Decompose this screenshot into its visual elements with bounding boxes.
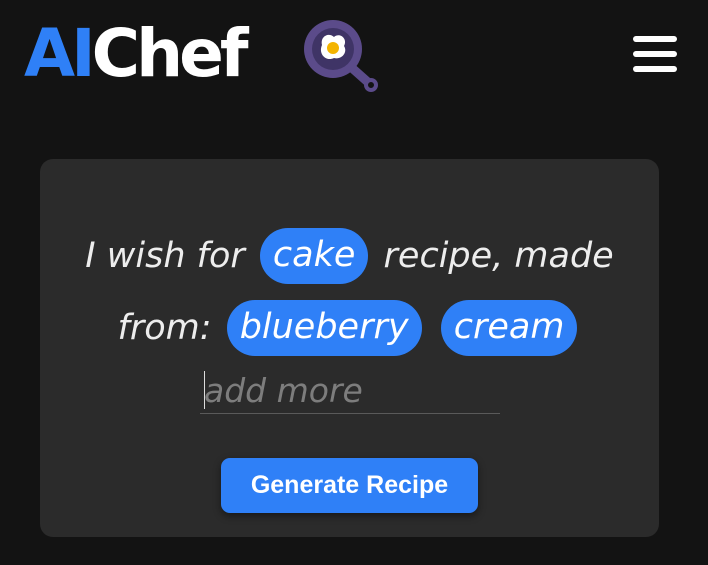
add-ingredient-field[interactable] — [200, 367, 500, 414]
app-header: AIChef — [0, 0, 708, 110]
text-caret — [204, 371, 205, 409]
generate-recipe-button[interactable]: Generate Recipe — [221, 458, 478, 513]
ingredient-chip[interactable]: blueberry — [226, 300, 422, 356]
menu-bar — [633, 51, 677, 57]
prompt-line-2: from: blueberry cream — [40, 299, 659, 356]
menu-bar — [633, 36, 677, 42]
recipe-request-card: I wish for cake recipe, made from: blueb… — [40, 159, 659, 537]
prompt-line-1: I wish for cake recipe, made — [40, 227, 659, 284]
dish-chip[interactable]: cake — [259, 228, 369, 284]
logo-chef-text: Chef — [91, 15, 249, 92]
ingredient-chip[interactable]: cream — [440, 300, 578, 356]
prompt-from-text: from: — [117, 308, 212, 348]
frying-pan-egg-icon — [304, 20, 378, 92]
menu-bar — [633, 66, 677, 72]
prompt-intro-text: I wish for — [85, 236, 245, 276]
add-ingredient-input[interactable] — [200, 367, 500, 413]
hamburger-menu-icon[interactable] — [633, 34, 677, 74]
prompt-middle-text: recipe, made — [383, 236, 614, 276]
app-logo[interactable]: AIChef — [24, 12, 249, 96]
logo-ai-text: AI — [24, 15, 96, 92]
